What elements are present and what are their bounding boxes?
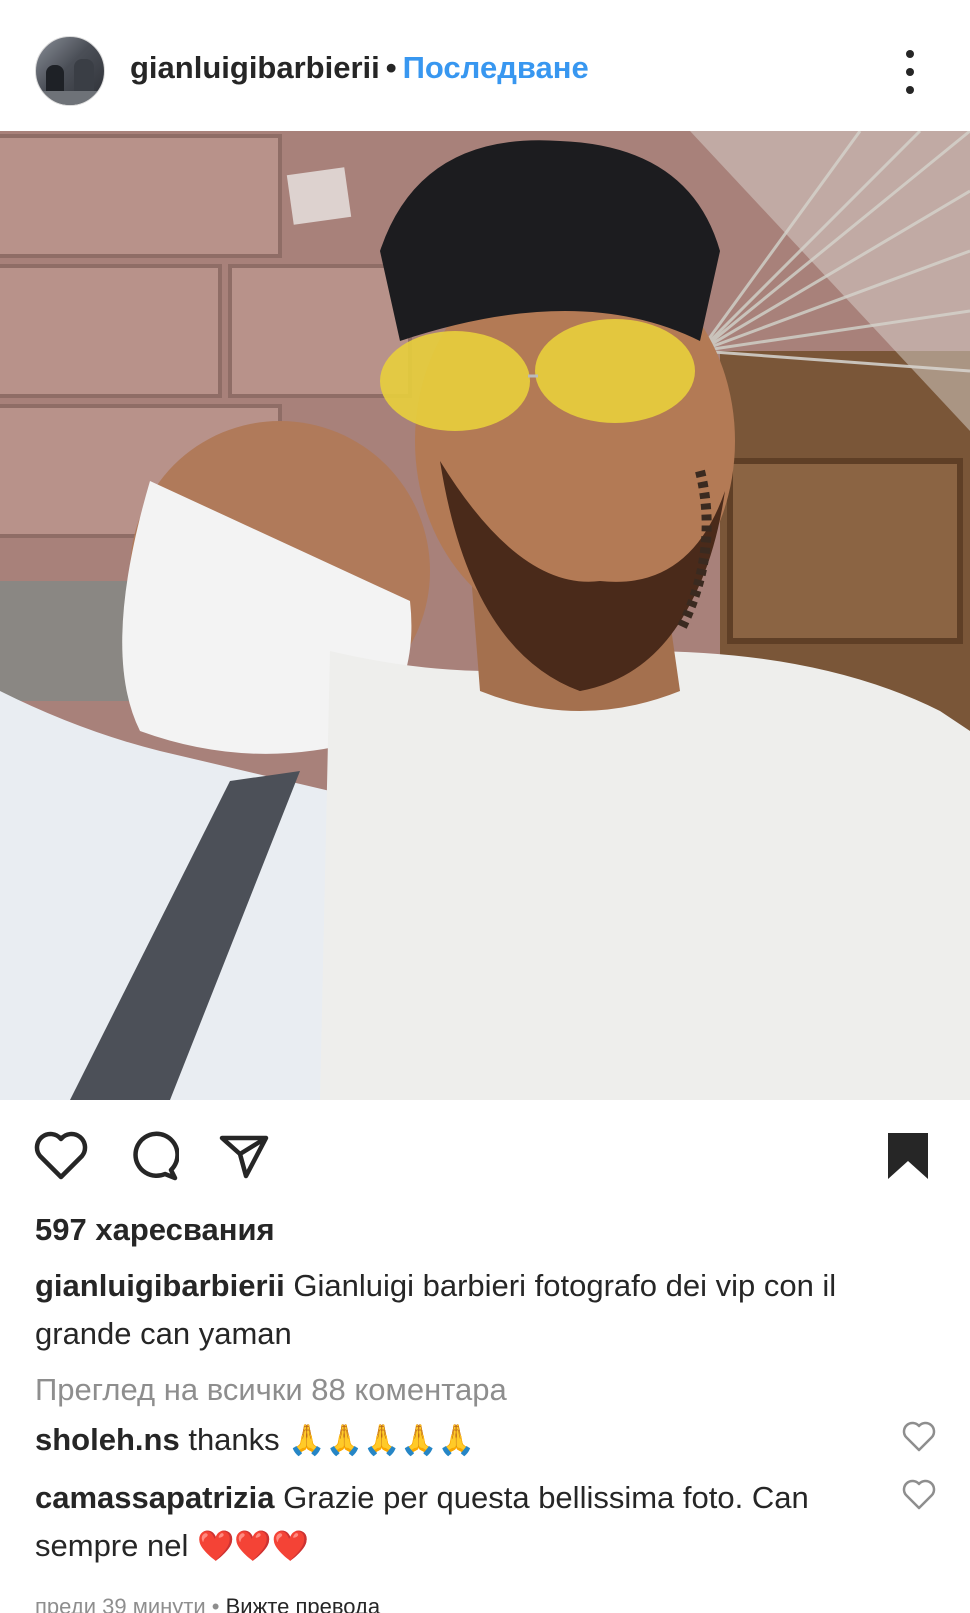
post-meta: преди 39 минути • Вижте превода	[35, 1594, 380, 1613]
header-separator: •	[385, 50, 397, 85]
comment-username[interactable]: sholeh.ns	[35, 1422, 180, 1457]
likes-count[interactable]: 597 харесвания	[35, 1212, 275, 1248]
speech-bubble-icon[interactable]	[125, 1128, 181, 1184]
post-caption: gianluigibarbierii Gianluigi barbieri fo…	[35, 1262, 935, 1358]
comment-username[interactable]: camassapatrizia	[35, 1480, 275, 1515]
action-bar	[0, 1100, 970, 1210]
heart-outline-icon[interactable]	[33, 1128, 89, 1184]
paper-plane-icon[interactable]	[216, 1128, 272, 1184]
comment-emoji: 🙏🙏🙏🙏🙏	[288, 1424, 476, 1457]
meta-separator: •	[211, 1594, 220, 1613]
post-image[interactable]	[0, 131, 970, 1100]
avatar[interactable]	[35, 36, 105, 106]
post-timestamp: преди 39 минути	[35, 1594, 206, 1613]
header-text: gianluigibarbierii • Последване	[130, 50, 589, 86]
comment-item: camassapatrizia Grazie per questa bellis…	[35, 1474, 875, 1571]
more-options-icon[interactable]	[895, 50, 925, 94]
header-username[interactable]: gianluigibarbierii	[130, 50, 380, 86]
see-translation-link[interactable]: Вижте превода	[226, 1594, 381, 1613]
bookmark-filled-icon[interactable]	[880, 1128, 936, 1184]
view-all-comments-link[interactable]: Преглед на всички 88 коментара	[35, 1372, 507, 1408]
post-header: gianluigibarbierii • Последване	[0, 0, 970, 134]
comment-text: thanks	[188, 1422, 280, 1457]
comment-like-heart-icon[interactable]	[902, 1478, 936, 1512]
comment-emoji: ❤️❤️❤️	[196, 1530, 310, 1563]
follow-button[interactable]: Последване	[403, 50, 589, 86]
comment-like-heart-icon[interactable]	[902, 1420, 936, 1454]
comment-item: sholeh.ns thanks 🙏🙏🙏🙏🙏	[35, 1416, 875, 1465]
caption-username[interactable]: gianluigibarbierii	[35, 1268, 285, 1303]
